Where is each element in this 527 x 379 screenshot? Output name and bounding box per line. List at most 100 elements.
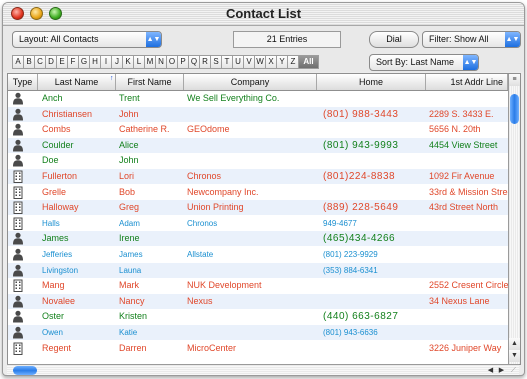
last-name-cell: Novalee <box>42 295 76 306</box>
sort-indicator-icon: ↑ <box>110 75 114 82</box>
company-cell: NUK Development <box>187 280 262 291</box>
first-name-cell: John <box>119 108 139 119</box>
table-row[interactable]: Jefferies James Allstate (801) 223-9929 <box>8 247 508 262</box>
column-picker-icon[interactable]: ≡ <box>509 74 520 86</box>
horizontal-scroll-thumb[interactable] <box>13 366 37 375</box>
person-icon <box>12 248 24 261</box>
address-cell: 2289 S. 3433 E. <box>429 108 494 119</box>
home-phone-cell <box>323 294 443 309</box>
column-header-type[interactable]: Type <box>8 74 38 90</box>
address-cell <box>429 231 519 246</box>
scroll-left-arrow-icon[interactable]: ◀ <box>485 365 496 375</box>
building-icon <box>12 201 24 215</box>
contact-list-window: Contact List Layout: All Contacts ▲▼ 21 … <box>2 2 525 376</box>
address-cell: 3226 Juniper Way <box>429 342 502 353</box>
window-title: Contact List <box>225 6 302 21</box>
type-cell <box>8 341 28 356</box>
toolbar: Layout: All Contacts ▲▼ 21 Entries Dial … <box>3 26 524 72</box>
last-name-cell: Coulder <box>42 139 74 150</box>
person-icon <box>12 232 24 245</box>
first-name-cell: Nancy <box>119 295 145 306</box>
table-row[interactable]: Coulder Alice (801) 943-9993 4454 View Stre… <box>8 137 508 153</box>
scroll-down-arrow-icon[interactable]: ▼ <box>509 350 520 362</box>
horizontal-scrollbar[interactable]: ◀ ▶ ⟋ <box>7 364 519 375</box>
first-name-cell: Launa <box>119 265 142 275</box>
type-cell <box>8 200 28 215</box>
company-cell <box>187 107 335 122</box>
first-name-cell: Mark <box>119 280 139 291</box>
table-row[interactable]: Doe John <box>8 153 508 168</box>
filter-popup[interactable]: Filter: Show All ▲▼ <box>422 31 521 48</box>
address-cell <box>429 263 519 278</box>
table-row[interactable]: Owen Katie (801) 943-6636 <box>8 325 508 340</box>
scroll-up-arrow-icon[interactable]: ▲ <box>509 338 520 350</box>
first-name-cell: Bob <box>119 186 136 197</box>
vertical-scrollbar[interactable]: ≡ ▲ ▼ <box>508 74 520 364</box>
person-icon <box>12 123 24 136</box>
column-header-last-name[interactable]: Last Name <box>38 74 116 90</box>
company-cell <box>187 138 335 153</box>
address-cell <box>429 153 519 168</box>
home-phone-cell: (801)224-8838 <box>323 171 396 182</box>
table-row[interactable]: James Irene (465)434-4266 <box>8 231 508 247</box>
address-cell: 34 Nexus Lane <box>429 295 490 306</box>
home-phone-cell: (801) 988-3443 <box>323 108 399 120</box>
column-header-company[interactable]: Company <box>184 74 317 90</box>
last-name-cell: Doe <box>42 155 59 166</box>
table-row[interactable]: Mang Mark NUK Development 2552 Cresent Circ… <box>8 278 509 293</box>
address-cell: 5656 N. 20th <box>429 124 481 135</box>
table-row[interactable]: Anch Trent We Sell Everything Co. <box>8 91 508 106</box>
table-row[interactable]: Oster Kristen (440) 663-6827 <box>8 309 508 324</box>
layout-popup-label: Layout: All Contacts <box>19 34 99 44</box>
type-cell <box>8 91 28 106</box>
alpha-button-all[interactable]: All <box>298 55 319 69</box>
column-header-first-addr-line[interactable]: 1st Addr Line <box>426 74 508 90</box>
table-row[interactable]: Fullerton Lori Chronos (801)224-8838 1092 Fi… <box>8 169 508 184</box>
type-cell <box>8 309 28 324</box>
column-header-first-name[interactable]: First Name <box>116 74 184 90</box>
scroll-right-arrow-icon[interactable]: ▶ <box>496 365 507 375</box>
company-cell <box>187 231 335 246</box>
home-phone-cell: (465)434-4266 <box>323 233 396 245</box>
company-cell: Union Printing <box>187 202 244 213</box>
last-name-cell: Oster <box>42 311 65 322</box>
first-name-cell: Adam <box>119 218 140 228</box>
scroll-thumb[interactable] <box>510 94 519 124</box>
table-row[interactable]: Novalee Nancy Nexus 34 Nexus Lane <box>8 293 508 309</box>
resize-grip-icon[interactable]: ⟋ <box>508 365 519 375</box>
table-row[interactable]: Christiansen John (801) 988-3443 2289 S. 34… <box>8 106 508 122</box>
table-row[interactable]: Halloway Greg Union Printing (889) 228-5649… <box>8 200 508 216</box>
home-phone-cell: (801) 223-9929 <box>323 250 378 259</box>
home-phone-cell: (889) 228-5649 <box>323 202 399 214</box>
last-name-cell: Mang <box>42 280 65 291</box>
popup-arrows-icon: ▲▼ <box>146 32 161 47</box>
table-row[interactable]: Halls Adam Chronos 949-4677 <box>8 216 508 231</box>
type-cell <box>8 122 28 137</box>
table-row[interactable]: Livingston Launa (353) 884-6341 <box>8 262 508 278</box>
company-cell: Newcompany Inc. <box>187 186 259 197</box>
person-icon <box>12 264 24 277</box>
first-name-cell: Alice <box>119 139 139 150</box>
company-cell <box>187 325 335 340</box>
company-cell <box>187 263 335 278</box>
column-header-home[interactable]: Home <box>317 74 426 90</box>
type-cell <box>8 278 28 293</box>
table-row[interactable]: Grelle Bob Newcompany Inc. 33rd & Mission S… <box>8 185 513 200</box>
last-name-cell: Grelle <box>42 186 67 197</box>
person-icon <box>12 326 24 339</box>
dial-button[interactable]: Dial <box>369 31 419 48</box>
title-bar[interactable]: Contact List <box>3 3 524 26</box>
last-name-cell: Christiansen <box>42 108 93 119</box>
table-row[interactable]: Combs Catherine R. GEOdome 5656 N. 20th <box>8 122 508 137</box>
home-phone-cell <box>323 185 443 200</box>
building-icon <box>12 186 24 199</box>
table-header: Type Last Name ↑ First Name Company Home… <box>8 74 508 91</box>
company-cell: We Sell Everything Co. <box>187 93 280 103</box>
type-cell <box>8 138 28 153</box>
type-cell <box>8 107 28 122</box>
last-name-cell: Anch <box>42 93 63 103</box>
last-name-cell: Regent <box>42 342 72 353</box>
layout-popup[interactable]: Layout: All Contacts ▲▼ <box>12 31 162 48</box>
table-row[interactable]: Regent Darren MicroCenter 3226 Juniper Way <box>8 341 508 356</box>
sort-popup[interactable]: Sort By: Last Name ▲▼ <box>369 54 479 71</box>
